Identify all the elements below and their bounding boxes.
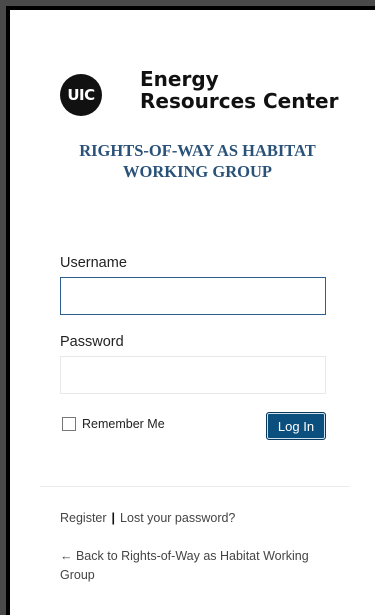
uic-logo-badge: UIC	[60, 74, 102, 116]
register-link[interactable]: Register	[60, 511, 107, 525]
account-links: Register | Lost your password?	[60, 511, 235, 525]
back-to-site-link[interactable]: ← Back to Rights-of-Way as Habitat Worki…	[60, 547, 335, 585]
password-label: Password	[60, 334, 124, 350]
lost-password-link[interactable]: Lost your password?	[120, 511, 235, 525]
remember-me-row[interactable]: Remember Me	[60, 414, 165, 434]
page-title: RIGHTS-OF-WAY AS HABITAT WORKING GROUP	[30, 140, 365, 182]
site-logo[interactable]: UIC Energy Resources Center	[60, 66, 360, 126]
log-in-button[interactable]: Log In	[266, 412, 326, 440]
org-name-line2: Resources Center	[140, 89, 339, 113]
remember-me-checkbox[interactable]	[62, 417, 76, 431]
page-title-line1: RIGHTS-OF-WAY AS HABITAT	[79, 141, 316, 160]
login-card: UIC Energy Resources Center RIGHTS-OF-WA…	[10, 10, 375, 615]
username-label: Username	[60, 255, 127, 271]
divider	[40, 486, 350, 487]
org-name-line1: Energy	[140, 67, 219, 91]
org-name: Energy Resources Center	[140, 68, 338, 112]
username-input[interactable]	[60, 277, 326, 315]
remember-me-label[interactable]: Remember Me	[82, 417, 165, 431]
page-title-line2: WORKING GROUP	[123, 162, 272, 181]
link-separator: |	[111, 511, 116, 525]
password-input[interactable]	[60, 356, 326, 394]
